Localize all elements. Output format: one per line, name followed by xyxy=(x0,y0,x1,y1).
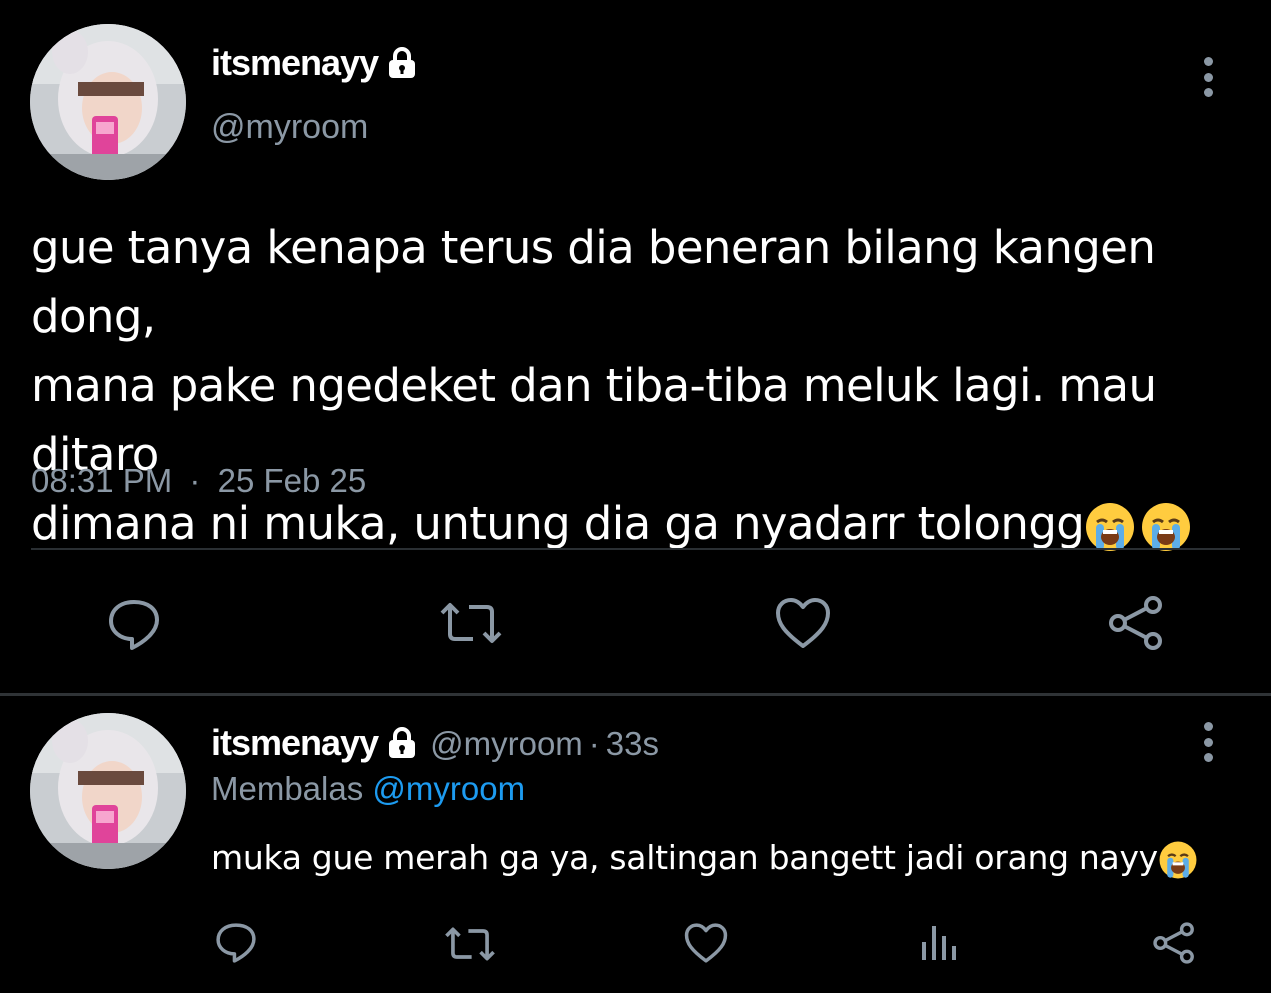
retweet-icon[interactable] xyxy=(444,926,496,962)
mention-link[interactable]: @myroom xyxy=(372,770,525,807)
display-name[interactable]: itsmenayy xyxy=(211,42,420,84)
share-icon[interactable] xyxy=(1152,920,1196,966)
main-tweet: itsmenayy @myroom gue tanya kenapa terus… xyxy=(0,0,1271,695)
display-name-text: itsmenayy xyxy=(211,42,379,83)
tweet-timestamp[interactable]: 08:31 PM · 25 Feb 25 xyxy=(31,462,366,500)
reply-header: itsmenayy @myroom · 33s xyxy=(211,722,659,764)
tweet-text: muka gue merah ga ya, saltingan bangett … xyxy=(211,838,1198,880)
tweet-time-ago[interactable]: 33s xyxy=(606,725,659,763)
more-options-icon[interactable] xyxy=(1198,57,1218,97)
display-name[interactable]: itsmenayy xyxy=(211,722,420,764)
more-options-icon[interactable] xyxy=(1198,722,1218,762)
avatar[interactable] xyxy=(30,24,186,180)
handle[interactable]: @myroom xyxy=(430,725,583,763)
meta-separator: · xyxy=(189,462,201,499)
tweet-time: 08:31 PM xyxy=(31,462,173,499)
lock-icon xyxy=(384,725,420,761)
tweet-date: 25 Feb 25 xyxy=(217,462,367,499)
replying-to-prefix: Membalas xyxy=(211,770,364,807)
meta-separator: · xyxy=(588,725,600,762)
divider xyxy=(31,548,1240,550)
handle[interactable]: @myroom xyxy=(211,108,368,147)
share-icon[interactable] xyxy=(1107,594,1165,652)
tweet-text-body: muka gue merah ga ya, saltingan bangett … xyxy=(211,838,1158,877)
avatar[interactable] xyxy=(30,713,186,869)
tweet-text: gue tanya kenapa terus dia beneran bilan… xyxy=(31,213,1256,562)
like-icon[interactable] xyxy=(683,922,729,964)
loudly-crying-emoji xyxy=(1140,493,1192,562)
analytics-icon[interactable] xyxy=(920,922,958,962)
loudly-crying-emoji xyxy=(1158,840,1198,880)
thread-divider xyxy=(0,693,1271,696)
tweet-text-body: gue tanya kenapa terus dia beneran bilan… xyxy=(31,221,1157,550)
reply-icon[interactable] xyxy=(214,922,258,964)
loudly-crying-emoji xyxy=(1084,493,1136,562)
display-name-text: itsmenayy xyxy=(211,722,379,763)
lock-icon xyxy=(384,45,420,81)
reply-icon[interactable] xyxy=(106,598,162,652)
replying-to: Membalas @myroom xyxy=(211,770,525,808)
retweet-icon[interactable] xyxy=(439,601,503,645)
like-icon[interactable] xyxy=(774,596,832,650)
